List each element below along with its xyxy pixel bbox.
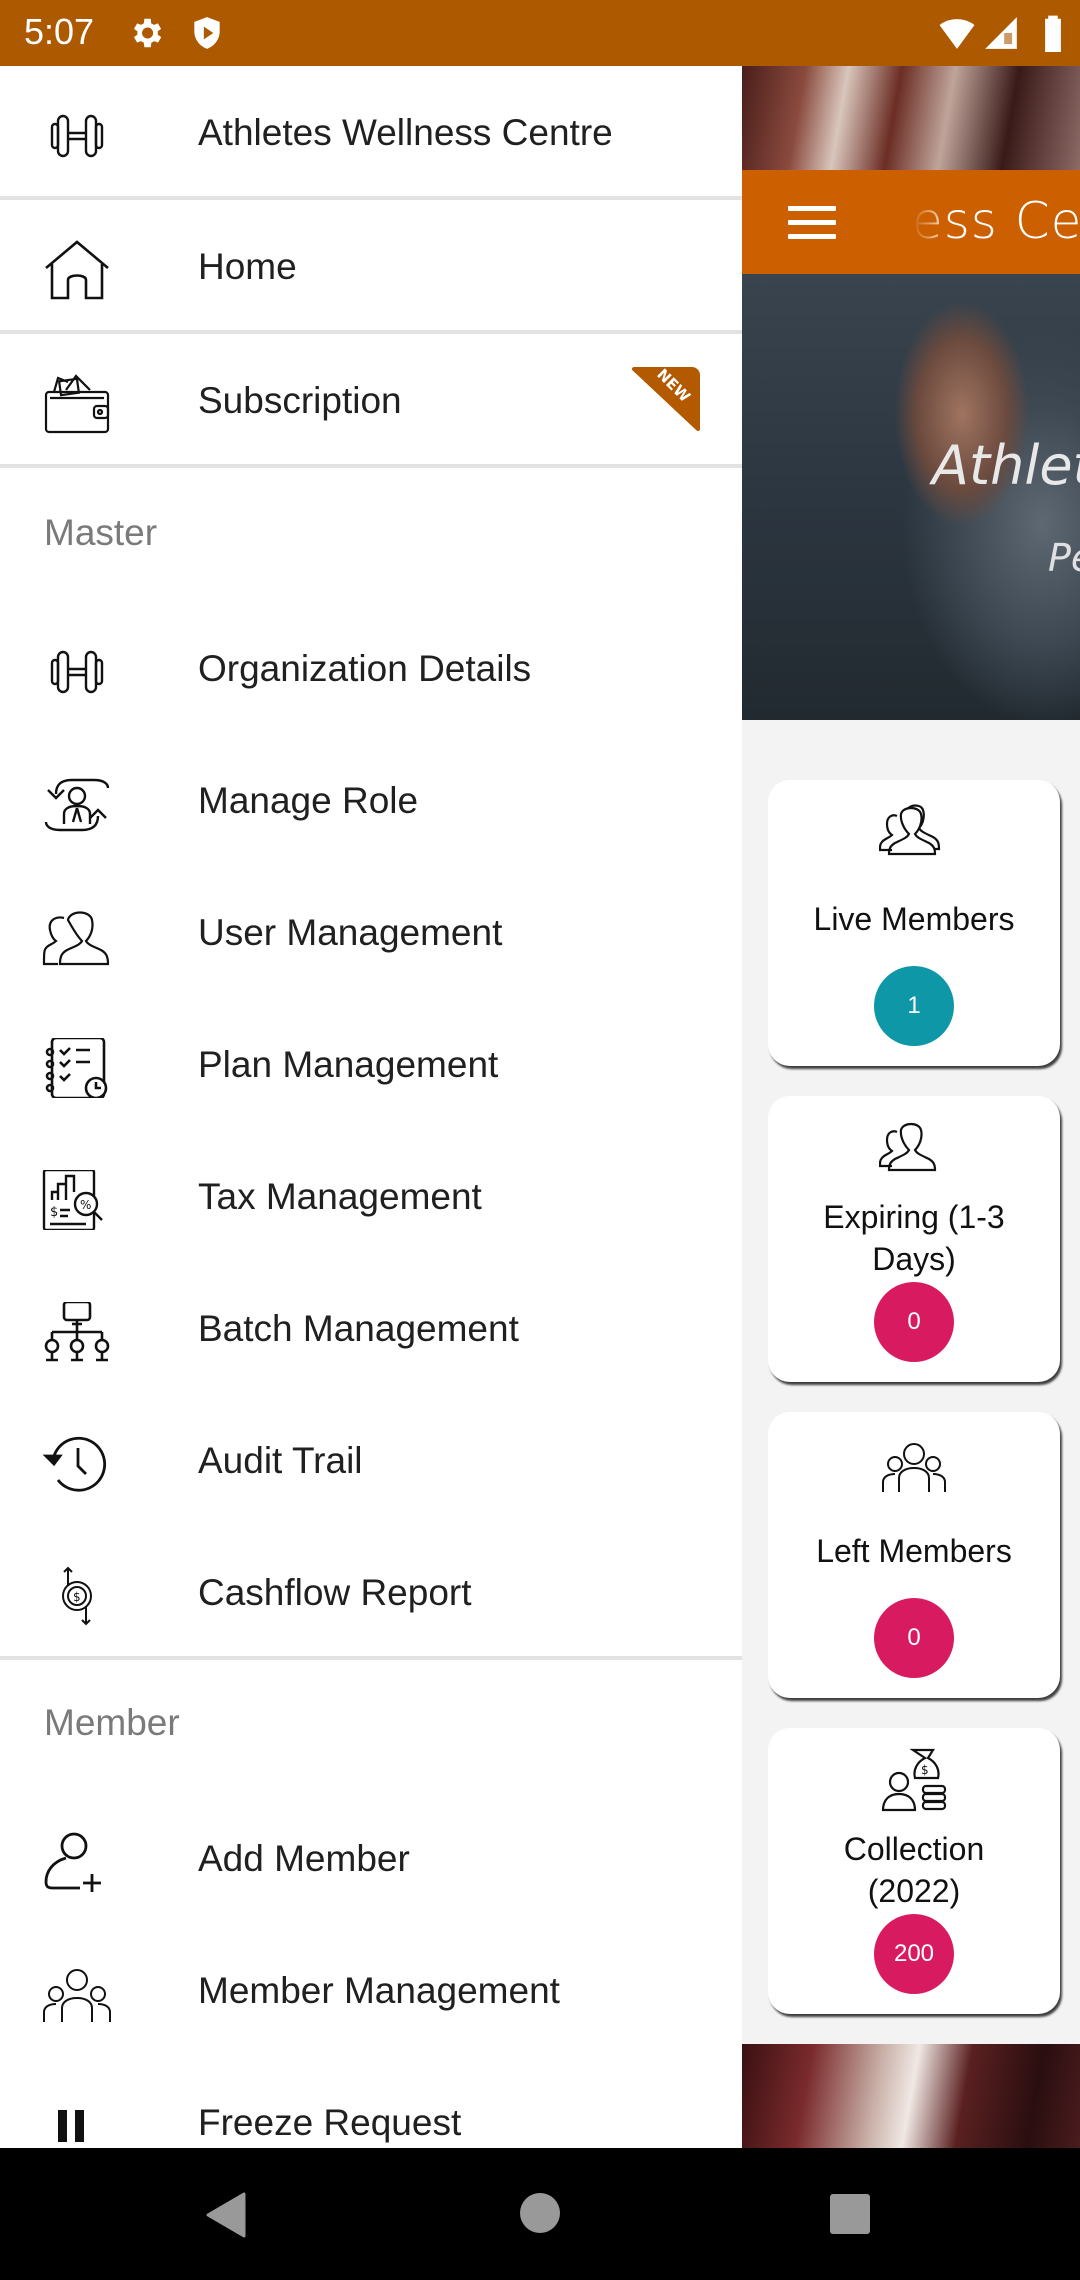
banner-image-bottom [742, 2044, 1080, 2148]
home-icon [45, 240, 109, 300]
drawer-item-label: Add Member [198, 1838, 410, 1879]
drawer-item-plan-management[interactable]: Plan Management [0, 998, 742, 1130]
stat-label: Expiring (1-3 Days) [823, 1199, 1005, 1277]
tax-report-icon: $ % [42, 1170, 103, 1230]
stat-value-badge: 200 [874, 1914, 954, 1994]
stat-value-badge: 0 [874, 1598, 954, 1678]
menu-icon[interactable] [788, 206, 836, 240]
divider [0, 464, 742, 468]
hero-banner: Athlete Pe [742, 274, 1080, 720]
role-switch-icon [44, 778, 110, 832]
pause-icon [58, 2110, 84, 2142]
org-name: Athletes Wellness Centre [198, 112, 613, 153]
stat-value-badge: 0 [874, 1282, 954, 1362]
battery-icon [1045, 15, 1061, 52]
drawer-item-label: Audit Trail [198, 1440, 363, 1481]
drawer-item-label: Freeze Request [198, 2102, 462, 2143]
drawer-item-label: Subscription [198, 380, 402, 421]
drawer-item-organization-details[interactable]: Organization Details [0, 602, 742, 734]
plan-checklist-icon [45, 1038, 108, 1098]
stat-card-live-members[interactable]: Live Members 1 [768, 780, 1060, 1066]
drawer-item-user-management[interactable]: User Management [0, 866, 742, 998]
drawer-item-home[interactable]: Home [0, 200, 742, 332]
wifi-icon [939, 19, 975, 49]
navigation-drawer: Athletes Wellness Centre Home Subscripti… [0, 66, 742, 2148]
svg-text:$: $ [50, 1205, 58, 1220]
group-icon [882, 1443, 946, 1492]
add-user-icon [44, 1832, 101, 1892]
drawer-item-label: Tax Management [198, 1176, 482, 1217]
gear-icon [133, 18, 162, 48]
system-nav-bar [0, 2148, 1080, 2280]
users-icon [42, 911, 110, 966]
svg-text:$: $ [921, 1763, 929, 1777]
drawer-item-tax-management[interactable]: $ % Tax Management [0, 1130, 742, 1262]
dumbbell-icon [50, 114, 104, 158]
shield-play-icon [194, 17, 220, 49]
cellular-signal-icon [985, 17, 1017, 49]
stat-label: Collection (2022) [843, 1831, 985, 1909]
status-time: 5:07 [24, 11, 95, 52]
drawer-item-batch-management[interactable]: Batch Management [0, 1262, 742, 1394]
drawer-item-add-member[interactable]: Add Member [0, 1792, 742, 1924]
back-button[interactable] [204, 2192, 248, 2238]
drawer-item-label: User Management [198, 912, 503, 953]
app-title: ess Cen [912, 192, 1080, 250]
section-header-member: Member [44, 1702, 180, 1743]
svg-text:$: $ [73, 1590, 81, 1604]
background-app: ess Cen Athlete Pe Live Members 1 Expiri… [742, 66, 1080, 2148]
drawer-item-cashflow-report[interactable]: $ Cashflow Report [0, 1526, 742, 1658]
hierarchy-icon [44, 1302, 110, 1362]
status-bar: 5:07 [0, 0, 1080, 66]
drawer-item-audit-trail[interactable]: Audit Trail [0, 1394, 742, 1526]
stat-card-collection[interactable]: $ Collection (2022) 200 [768, 1728, 1060, 2014]
divider [0, 1656, 742, 1660]
users-icon [879, 804, 941, 856]
drawer-item-label: Member Management [198, 1970, 560, 2011]
drawer-item-freeze-request[interactable]: Freeze Request [0, 2056, 742, 2148]
group-icon [43, 1969, 111, 2022]
recents-button[interactable] [828, 2192, 872, 2236]
wallet-icon [44, 374, 110, 434]
app-toolbar: ess Cen [742, 170, 1080, 274]
drawer-item-label: Organization Details [198, 648, 532, 689]
section-header-master: Master [44, 512, 158, 553]
drawer-item-label: Home [198, 246, 297, 287]
money-bag-icon: $ [881, 1748, 947, 1812]
users-icon [879, 1122, 937, 1172]
hero-title: Athlete [932, 434, 1080, 497]
drawer-item-label: Cashflow Report [198, 1572, 472, 1613]
drawer-item-label: Manage Role [198, 780, 419, 821]
dumbbell-icon [50, 650, 104, 694]
drawer-item-label: Batch Management [198, 1308, 519, 1349]
stat-card-left-members[interactable]: Left Members 0 [768, 1412, 1060, 1698]
hero-subtitle: Pe [1048, 536, 1080, 580]
svg-text:%: % [80, 1198, 91, 1212]
history-icon [42, 1436, 106, 1492]
drawer-item-label: Plan Management [198, 1044, 499, 1085]
home-button[interactable] [519, 2192, 561, 2234]
stat-value-badge: 1 [874, 966, 954, 1046]
stat-label: Left Members [816, 1533, 1012, 1569]
cashflow-icon: $ [62, 1566, 92, 1626]
drawer-item-manage-role[interactable]: Manage Role [0, 734, 742, 866]
drawer-header-org[interactable]: Athletes Wellness Centre [0, 66, 742, 198]
stat-label: Live Members [813, 901, 1015, 937]
drawer-item-member-management[interactable]: Member Management [0, 1924, 742, 2056]
drawer-item-subscription[interactable]: Subscription NEW [0, 334, 742, 466]
new-badge: NEW [632, 367, 700, 431]
banner-image-top [742, 66, 1080, 170]
stat-card-expiring[interactable]: Expiring (1-3 Days) 0 [768, 1096, 1060, 1382]
